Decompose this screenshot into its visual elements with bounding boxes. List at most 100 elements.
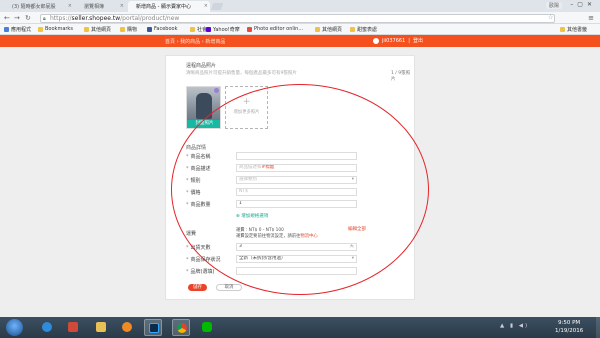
bookmark-item[interactable]: 購物 — [120, 25, 137, 33]
add-variation-link[interactable]: ⊕ 增加規格選項 — [236, 213, 268, 219]
tab-label: 新增商品 - 顯示賣家中心 — [136, 4, 191, 10]
days-unit: 天 — [349, 244, 355, 249]
cover-image-thumbnail[interactable]: 封面照片 — [186, 86, 221, 129]
tab-label: 瀏覽相簿 — [84, 4, 105, 10]
breadcrumb[interactable]: 首頁 › 我的商品 › 新增商品 — [165, 38, 225, 45]
condition-select[interactable]: 全新（未拆封/含用過） ▾ — [236, 255, 357, 263]
chevron-down-icon: ▾ — [351, 256, 354, 261]
system-tray-icons[interactable]: ▲ ▮ ◀) — [500, 323, 529, 329]
folder-icon — [96, 322, 106, 332]
field-label-brand: * 品牌(選填) — [186, 269, 215, 275]
bookmark-item[interactable]: Photo editor onlin... — [247, 25, 303, 33]
taskbar-line[interactable] — [198, 319, 216, 336]
cover-photo-label: 封面照片 — [187, 120, 220, 128]
browser-tab[interactable]: 瀏覽相簿 × — [76, 1, 126, 12]
bookmark-item[interactable]: 甜蜜表處 — [350, 25, 377, 33]
images-hint: 清晰商品照片可提升銷售量，每個產品最多可有9張照片 — [186, 71, 297, 76]
add-image-button[interactable]: + 增加更多照片 — [225, 86, 268, 129]
window-controls[interactable]: –▢✕ — [570, 1, 596, 8]
browser-tab-active[interactable]: 新增商品 - 顯示賣家中心 × — [128, 1, 210, 12]
bookmark-item[interactable]: Bookmarks — [38, 25, 73, 33]
taskbar-app[interactable] — [64, 319, 82, 336]
image-counter: 1 / 9張照片 — [391, 71, 411, 82]
url-host: seller.shopee.tw — [71, 15, 121, 22]
url-input[interactable]: 🔒︎ https://seller.shopee.tw/portal/produc… — [40, 14, 555, 23]
url-path: /portal/product/new — [120, 15, 180, 22]
folder-icon — [84, 26, 89, 32]
close-tab-icon[interactable]: × — [204, 3, 208, 9]
bookmarks-bar: 應用程式 Bookmarks 其他網頁 購物 Facebook 社會 Yahoo… — [0, 24, 600, 35]
brand-input[interactable] — [236, 267, 357, 275]
star-icon — [38, 26, 43, 32]
details-section-title: 商品詳情 — [186, 145, 207, 151]
quantity-input[interactable]: 1 — [236, 200, 357, 208]
shipping-settings-note: 運費設定要前往物流設定，請前往物流中心 — [236, 233, 318, 239]
close-tab-icon[interactable]: × — [120, 3, 124, 9]
logout-link[interactable]: 登出 — [413, 37, 423, 44]
product-name-input[interactable] — [236, 152, 357, 160]
field-label-shipping: 運費 — [186, 231, 197, 237]
start-button[interactable] — [6, 319, 23, 336]
bookmark-item[interactable]: Facebook — [147, 25, 178, 33]
cancel-button[interactable]: 取消 — [216, 284, 242, 291]
line-icon — [202, 322, 212, 332]
taskbar-media[interactable] — [118, 319, 136, 336]
clock-date: 1/19/2016 — [555, 328, 584, 334]
folder-icon — [560, 26, 565, 32]
apps-icon — [4, 26, 9, 32]
reload-icon[interactable]: ↻ — [25, 14, 31, 22]
taskbar-explorer[interactable] — [92, 319, 110, 336]
bookmark-item[interactable]: 其他網頁 — [315, 25, 342, 33]
browser-tab[interactable]: (3) 隨時都女郎屁股 × — [4, 1, 74, 12]
photoshop-icon — [149, 323, 159, 333]
show-desktop-button[interactable] — [596, 317, 600, 338]
taskbar-photoshop[interactable] — [144, 319, 162, 336]
clock-time: 9:50 PM — [558, 320, 581, 326]
bookmark-item[interactable]: 應用程式 — [4, 25, 31, 33]
shipping-fee-text: 運費 : NT$ 0 - NT$ 100 運費設定要前往物流設定，請前往物流中心 — [236, 228, 318, 239]
images-section-title: 遠程商品照片 — [186, 63, 217, 69]
product-form-card: 遠程商品照片 清晰商品照片可提升銷售量，每個產品最多可有9張照片 1 / 9張照… — [165, 55, 415, 300]
add-image-label: 增加更多照片 — [233, 110, 260, 115]
remove-image-icon[interactable] — [214, 88, 219, 93]
field-label-name: * 商品名稱 — [186, 154, 211, 160]
bookmark-item[interactable]: Yahoo!奇摩 — [206, 25, 240, 33]
category-select[interactable]: 選擇類別 ▾ — [236, 176, 357, 184]
back-arrow-icon[interactable]: ← — [4, 14, 10, 22]
product-photo — [196, 93, 212, 119]
taskbar-ie[interactable] — [38, 319, 56, 336]
field-label-days-to-ship: * 出貨天數 — [186, 245, 211, 251]
field-label-description: * 商品描述 — [186, 166, 211, 172]
bookmark-item-other[interactable]: 其他書籤 — [560, 25, 587, 33]
profile-button[interactable]: 歐陽 — [545, 2, 562, 9]
clock[interactable]: 9:50 PM 1/19/2016 — [555, 319, 583, 335]
field-label-condition: * 商品保存狀況 — [186, 257, 221, 263]
windows-taskbar: ▲ ▮ ◀) 9:50 PM 1/19/2016 — [0, 317, 600, 338]
ie-icon — [42, 322, 52, 332]
close-tab-icon[interactable]: × — [68, 3, 72, 9]
chrome-icon — [177, 323, 187, 333]
browser-tab-strip: (3) 隨時都女郎屁股 × 瀏覽相簿 × 新增商品 - 顯示賣家中心 × 歐陽 –▢✕ — [0, 0, 600, 12]
product-description-input[interactable]: 商品描述和#標籤 — [236, 164, 357, 172]
site-header: 首頁 › 我的商品 › 新增商品 jii037661 | 登出 — [0, 35, 600, 47]
page-content: 遠程商品照片 清晰商品照片可提升銷售量，每個產品最多可有9張照片 1 / 9張照… — [0, 47, 600, 317]
bookmark-item[interactable]: 社會 — [190, 25, 207, 33]
photo-editor-icon — [247, 26, 252, 32]
days-to-ship-input[interactable]: 3天 — [236, 243, 357, 251]
user-menu[interactable]: jii037661 | 登出 — [373, 37, 423, 44]
folder-icon — [120, 26, 125, 32]
bookmark-item[interactable]: 其他網頁 — [84, 25, 111, 33]
new-tab-button[interactable] — [210, 3, 224, 10]
bookmark-star-icon[interactable]: ☆ — [548, 14, 553, 21]
folder-icon — [190, 26, 195, 32]
logistics-center-link[interactable]: 物流中心 — [300, 234, 317, 239]
lock-icon: 🔒︎ — [43, 16, 46, 22]
taskbar-chrome[interactable] — [172, 319, 190, 336]
chevron-down-icon: ▾ — [351, 177, 354, 182]
field-label-category: * 類別 — [186, 178, 201, 184]
forward-arrow-icon[interactable]: → — [14, 14, 20, 22]
save-button[interactable]: 儲存 — [188, 284, 207, 291]
edit-all-shipping-link[interactable]: 編輯全部 — [348, 226, 366, 232]
menu-icon[interactable]: ≡ — [588, 14, 594, 22]
price-input[interactable]: NT$ — [236, 188, 357, 196]
